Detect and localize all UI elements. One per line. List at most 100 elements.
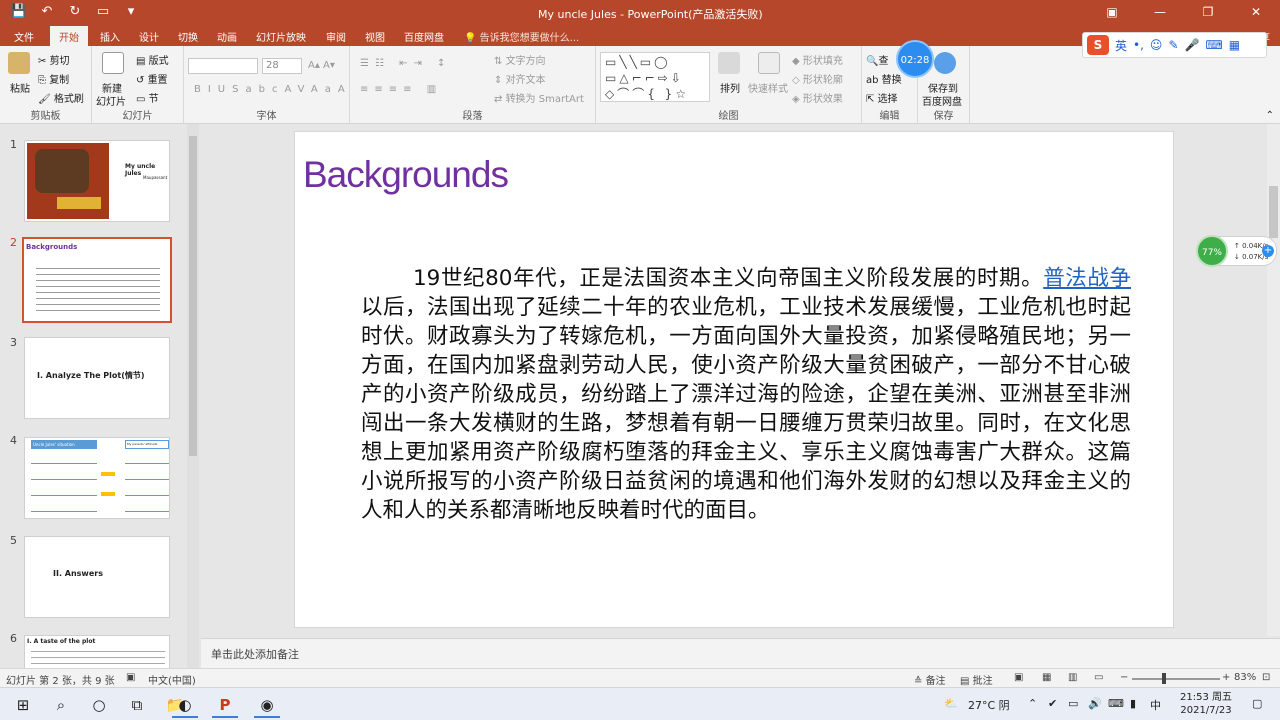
thumbnail-slide-4[interactable]: Uncle Jules' situation My parents' attit… <box>24 437 170 519</box>
slideshow-view-icon[interactable]: ▭ <box>1094 672 1103 683</box>
sogou-logo-icon[interactable]: S <box>1087 35 1109 55</box>
tab-transitions[interactable]: 切换 <box>178 29 198 44</box>
mic-icon[interactable]: 🎤 <box>1185 38 1200 52</box>
grid-icon[interactable]: ▦ <box>1229 38 1240 52</box>
zoom-out-icon[interactable]: − <box>1120 672 1128 683</box>
thumbnail-slide-3[interactable]: I. Analyze The Plot(情节) <box>24 337 170 419</box>
smartart-button[interactable]: ⇄ 转换为 SmartArt <box>494 90 584 105</box>
recording-timer[interactable]: 02:28 <box>896 40 934 78</box>
select-button[interactable]: ⇱ 选择 <box>866 90 898 105</box>
grow-font-icon[interactable]: A▴ A▾ <box>308 60 335 71</box>
tab-review[interactable]: 审阅 <box>326 29 346 44</box>
tab-design[interactable]: 设计 <box>139 29 159 44</box>
ime-indicator[interactable]: 中 <box>1150 697 1161 713</box>
taskbar-clock[interactable]: 21:53 周五 2021/7/23 <box>1180 691 1232 717</box>
paste-button[interactable]: 粘贴 <box>10 80 30 95</box>
customize-qat-icon[interactable]: ▾ <box>122 4 140 19</box>
quick-styles-button[interactable]: 快速样式 <box>748 80 788 95</box>
reset-button[interactable]: ↺ 重置 <box>136 71 168 86</box>
hyperlink[interactable]: 普法战争 <box>1043 266 1131 291</box>
thumbnail-slide-5[interactable]: II. Answers <box>24 536 170 618</box>
thumbnail-slide-6[interactable]: I. A taste of the plot <box>24 635 170 669</box>
notification-icon[interactable]: ▢ <box>1252 697 1262 710</box>
shapes-gallery[interactable]: ▭╲╲▭◯ ▭△⌐⌐⇨⇩ ◇⌒⌒{ }☆ <box>600 52 710 102</box>
plus-icon[interactable]: + <box>1262 245 1274 257</box>
arrange-icon[interactable] <box>718 52 740 74</box>
shape-outline-button[interactable]: ◇ 形状轮廓 <box>792 71 843 86</box>
font-size-box[interactable]: 28 <box>262 58 302 74</box>
emoji-icon[interactable]: ☺ <box>1150 38 1163 52</box>
obs-icon[interactable]: ◉ <box>254 692 280 718</box>
tab-view[interactable]: 视图 <box>365 29 385 44</box>
zoom-in-icon[interactable]: + <box>1222 672 1230 683</box>
normal-view-icon[interactable]: ▣ <box>1014 672 1023 683</box>
maximize-button[interactable]: ❐ <box>1184 0 1232 26</box>
collapse-ribbon-icon[interactable]: ⌃ <box>1266 110 1274 121</box>
keyboard-tray-icon[interactable]: ⌨ <box>1108 697 1124 710</box>
zoom-slider[interactable] <box>1132 678 1220 680</box>
tab-slideshow[interactable]: 幻灯片放映 <box>256 29 306 44</box>
notes-pane[interactable]: 单击此处添加备注 <box>201 638 1280 668</box>
redo-icon[interactable]: ↻ <box>66 4 84 19</box>
notes-placeholder[interactable]: 单击此处添加备注 <box>211 646 299 662</box>
paste-icon[interactable] <box>8 52 30 74</box>
keyboard-icon[interactable]: ⌨ <box>1205 38 1222 52</box>
spellcheck-icon[interactable]: ▣ <box>126 672 135 683</box>
new-slide-icon[interactable] <box>102 52 124 74</box>
weather-icon[interactable]: ⛅ <box>944 697 958 710</box>
pen-icon[interactable]: ✎ <box>1168 38 1178 52</box>
tab-file[interactable]: 文件 <box>14 29 34 44</box>
tab-animations[interactable]: 动画 <box>217 29 237 44</box>
find-button[interactable]: 🔍查 <box>866 52 888 67</box>
ribbon-options-icon[interactable]: ▣ <box>1088 0 1136 26</box>
zoom-level[interactable]: 83% <box>1234 672 1256 683</box>
slideshow-icon[interactable]: ▭ <box>94 4 112 19</box>
punct-icon[interactable]: •, <box>1133 38 1144 52</box>
display-icon[interactable]: ▭ <box>1068 697 1078 710</box>
notes-toggle[interactable]: ≙ 备注 <box>914 672 946 687</box>
tell-me-search[interactable]: 💡 告诉我您想要做什么... <box>464 29 579 44</box>
align-text-button[interactable]: ⇕ 对齐文本 <box>494 71 546 86</box>
reading-view-icon[interactable]: ▥ <box>1068 672 1077 683</box>
shape-fill-button[interactable]: ◆ 形状填充 <box>792 52 843 67</box>
language-status[interactable]: 中文(中国) <box>148 672 196 687</box>
close-button[interactable]: ✕ <box>1232 0 1280 26</box>
minimize-button[interactable]: — <box>1136 0 1184 26</box>
ime-lang[interactable]: 英 <box>1115 37 1127 54</box>
arrange-button[interactable]: 排列 <box>720 80 740 95</box>
slide-title[interactable]: Backgrounds <box>303 154 509 196</box>
section-button[interactable]: ▭ 节 <box>136 90 159 105</box>
tab-insert[interactable]: 插入 <box>100 29 120 44</box>
windows-start-icon[interactable]: ⊞ <box>10 692 36 718</box>
zoom-slider-thumb[interactable] <box>1162 673 1166 684</box>
tab-baidu[interactable]: 百度网盘 <box>404 29 444 44</box>
fit-slide-icon[interactable]: ⊡ <box>1262 672 1270 683</box>
quick-styles-icon[interactable] <box>758 52 780 74</box>
font-name-box[interactable] <box>188 58 258 74</box>
baidu-cloud-icon[interactable] <box>934 52 956 74</box>
search-icon[interactable]: ⌕ <box>48 692 74 718</box>
cut-button[interactable]: ✂ 剪切 <box>38 52 70 67</box>
cortana-icon[interactable]: ○ <box>86 692 112 718</box>
edge-icon[interactable]: ◐ <box>172 692 198 718</box>
undo-icon[interactable]: ↶ <box>38 4 56 19</box>
slide-sorter-icon[interactable]: ▦ <box>1042 672 1051 683</box>
thumbnail-slide-1[interactable]: My uncle Jules Maupassant <box>24 140 170 222</box>
replace-button[interactable]: ab 替换 <box>866 71 902 86</box>
shield-tray-icon[interactable]: ▮ <box>1130 697 1136 710</box>
copy-button[interactable]: ⎘ 复制 <box>38 71 69 86</box>
volume-icon[interactable]: 🔊 <box>1088 697 1102 710</box>
slide-scrollbar[interactable] <box>1267 124 1280 636</box>
network-speed-widget[interactable]: 77% ↑ 0.04K/s ↓ 0.07K/s + <box>1196 235 1277 267</box>
task-view-icon[interactable]: ⧉ <box>124 692 150 718</box>
tray-chevron-icon[interactable]: ⌃ <box>1028 697 1037 710</box>
tab-home[interactable]: 开始 <box>50 26 88 46</box>
font-format-icons[interactable]: BIUSabcAVAaA <box>194 84 352 95</box>
thumbnails-scrollbar[interactable] <box>187 124 199 669</box>
save-icon[interactable]: 💾 <box>10 4 28 19</box>
slide-body-text[interactable]: 19世纪80年代，正是法国资本主义向帝国主义阶段发展的时期。普法战争以后，法国出… <box>361 264 1131 525</box>
thumbnail-slide-2[interactable]: Backgrounds <box>22 237 172 323</box>
text-direction-button[interactable]: ⇅ 文字方向 <box>494 52 546 67</box>
slide-canvas[interactable]: Backgrounds 19世纪80年代，正是法国资本主义向帝国主义阶段发展的时… <box>294 131 1174 628</box>
powerpoint-icon[interactable]: P <box>212 692 238 718</box>
